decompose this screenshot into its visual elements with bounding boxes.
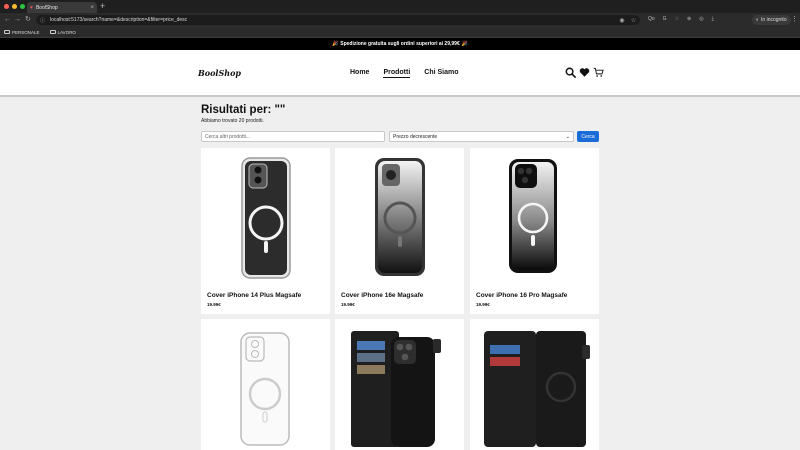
sort-select-value: Prezzo decrescente — [393, 133, 438, 140]
search-input[interactable]: Cerca altri prodotti... — [201, 131, 385, 142]
product-card[interactable] — [335, 319, 464, 450]
forward-icon[interactable]: → — [14, 15, 21, 25]
extensions-bar: Qo G ♢ ⊕ ◎ ⤓ — [648, 16, 714, 22]
party-icon: 🎉 — [332, 41, 339, 47]
browser-toolbar: ← → ↻ ⓘ localhost:5173/search?name=&desc… — [0, 13, 800, 27]
product-image — [484, 331, 590, 447]
heart-icon[interactable] — [579, 67, 590, 78]
product-name[interactable]: Cover iPhone 16 Pro Magsafe — [476, 292, 567, 299]
maximize-window-button[interactable] — [20, 4, 25, 9]
product-card[interactable] — [470, 319, 599, 450]
site-info-icon[interactable]: ⓘ — [40, 17, 45, 24]
bookmark-label: LAVORO — [57, 29, 76, 35]
product-image — [240, 332, 290, 446]
browser-tab-bar: ♥ BoolShop × + — [0, 0, 800, 13]
site-header: BoolShop Home Prodotti Chi Siamo — [0, 50, 800, 97]
window-controls[interactable] — [4, 4, 25, 9]
minimize-window-button[interactable] — [12, 4, 17, 9]
incognito-icon: ◐ — [756, 17, 760, 23]
main-nav: Home Prodotti Chi Siamo — [350, 69, 459, 78]
chevron-down-icon: ⌄ — [565, 133, 570, 140]
extension-icon[interactable]: Qo — [648, 16, 655, 22]
sort-select[interactable]: Prezzo decrescente ⌄ — [389, 131, 574, 142]
bookmark-folder-lavoro[interactable]: LAVORO — [49, 29, 76, 35]
cart-icon[interactable] — [593, 67, 604, 78]
bookmark-label: PERSONALE — [12, 29, 40, 35]
results-count: Abbiamo trovato 20 prodotti. — [201, 118, 264, 124]
tab-title: BoolShop — [35, 4, 58, 11]
favicon-icon: ♥ — [30, 4, 33, 11]
download-icon[interactable]: ⤓ — [712, 16, 714, 22]
browser-menu-icon[interactable]: ⋮ — [791, 15, 798, 23]
folder-icon — [4, 30, 10, 34]
incognito-indicator[interactable]: ◐ In incognito — [752, 15, 791, 25]
nav-chi-siamo[interactable]: Chi Siamo — [424, 69, 458, 78]
close-window-button[interactable] — [4, 4, 9, 9]
product-name[interactable]: Cover iPhone 16e Magsafe — [341, 292, 423, 299]
nav-home[interactable]: Home — [350, 69, 369, 78]
extension-icon[interactable]: ♢ — [675, 16, 679, 22]
address-bar[interactable]: ⓘ localhost:5173/search?name=&descriptio… — [36, 15, 640, 25]
search-button[interactable]: Cerca — [577, 131, 599, 142]
product-image — [375, 158, 425, 276]
browser-tab[interactable]: ♥ BoolShop × — [27, 2, 97, 13]
party-icon: 🎉 — [461, 41, 468, 47]
back-icon[interactable]: ← — [4, 15, 11, 25]
folder-icon — [49, 30, 56, 34]
close-tab-icon[interactable]: × — [90, 5, 94, 11]
bookmark-folder-personale[interactable]: PERSONALE — [4, 30, 40, 35]
bookmarks-bar: PERSONALE LAVORO — [0, 27, 800, 38]
product-image — [351, 331, 441, 447]
product-card[interactable]: Cover iPhone 16e Magsafe 19.99€ — [335, 148, 464, 314]
site-logo[interactable]: BoolShop — [198, 68, 241, 78]
incognito-label: In incognito — [761, 17, 787, 23]
results-title: Risultati per: "" — [201, 104, 286, 116]
product-card[interactable]: Cover iPhone 16 Pro Magsafe 19.99€ — [470, 148, 599, 314]
product-card[interactable]: Cover iPhone 14 Plus Magsafe 19.99€ — [201, 148, 330, 314]
promo-text: Spedizione gratuita sugli ordini superio… — [340, 41, 460, 47]
promo-banner: 🎉 Spedizione gratuita sugli ordini super… — [0, 38, 800, 50]
product-price: 19.99€ — [341, 302, 355, 307]
nav-prodotti[interactable]: Prodotti — [383, 69, 411, 78]
eye-off-icon[interactable]: ◉ — [619, 17, 624, 24]
url-text[interactable]: localhost:5173/search?name=&description=… — [50, 17, 613, 23]
extension-icon[interactable]: G — [663, 16, 667, 22]
product-price: 19.99€ — [476, 302, 490, 307]
product-image — [241, 157, 291, 279]
new-tab-icon[interactable]: + — [100, 1, 105, 12]
reload-icon[interactable]: ↻ — [25, 15, 31, 25]
product-name[interactable]: Cover iPhone 14 Plus Magsafe — [207, 292, 301, 299]
search-icon[interactable] — [565, 67, 576, 78]
extension-icon[interactable]: ◎ — [699, 16, 703, 22]
extension-icon[interactable]: ⊕ — [687, 16, 691, 22]
product-price: 19.99€ — [207, 302, 221, 307]
bookmark-star-icon[interactable]: ☆ — [631, 17, 636, 24]
product-card[interactable] — [201, 319, 330, 450]
product-image — [509, 159, 557, 273]
